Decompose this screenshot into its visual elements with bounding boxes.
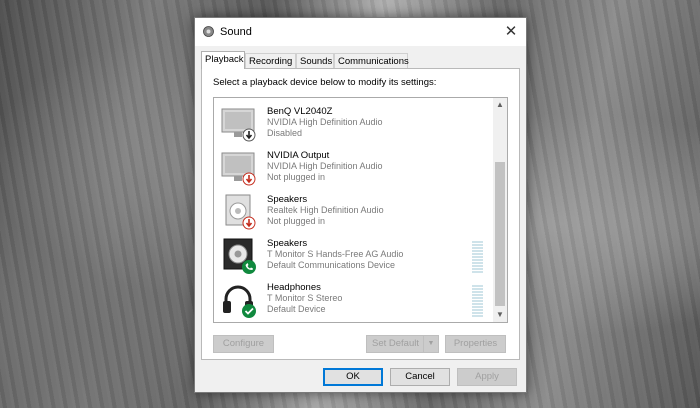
chevron-down-icon[interactable]: ▼ bbox=[423, 336, 438, 352]
device-name: Speakers bbox=[267, 238, 308, 249]
apply-button[interactable]: Apply bbox=[457, 368, 517, 386]
title-bar[interactable]: Sound ✕ bbox=[195, 18, 526, 46]
device-name: NVIDIA Output bbox=[267, 150, 330, 161]
vertical-scrollbar[interactable]: ▲ ▼ bbox=[493, 98, 507, 322]
scroll-down-button[interactable]: ▼ bbox=[493, 308, 507, 322]
scroll-thumb[interactable] bbox=[495, 162, 505, 306]
device-driver: NVIDIA High Definition Audio bbox=[267, 161, 383, 171]
device-name: Speakers bbox=[267, 194, 308, 205]
device-status: Default Communications Device bbox=[267, 260, 396, 270]
cancel-button[interactable]: Cancel bbox=[390, 368, 450, 386]
tab-sounds[interactable]: Sounds bbox=[296, 53, 334, 68]
device-driver: T Monitor S Hands-Free AG Audio bbox=[267, 249, 404, 259]
device-name: BenQ VL2040Z bbox=[267, 106, 333, 117]
device-name: Headphones bbox=[267, 282, 321, 293]
tab-communications[interactable]: Communications bbox=[334, 53, 409, 68]
monitor-icon bbox=[221, 108, 256, 142]
close-button[interactable]: ✕ bbox=[496, 18, 526, 46]
device-status: Not plugged in bbox=[267, 172, 326, 182]
window-title: Sound bbox=[220, 26, 252, 38]
headphones-icon bbox=[223, 285, 256, 318]
tab-strip: Playback Recording Sounds Communications bbox=[201, 51, 521, 69]
volume-meter bbox=[472, 285, 483, 317]
device-status: Disabled bbox=[267, 128, 303, 138]
properties-button[interactable]: Properties bbox=[445, 335, 506, 353]
set-default-label: Set Default bbox=[372, 338, 419, 349]
speaker-icon bbox=[225, 194, 256, 230]
tab-playback[interactable]: Playback bbox=[201, 51, 245, 69]
monitor-icon bbox=[221, 152, 256, 186]
speaker-icon bbox=[223, 238, 256, 274]
sound-dialog: Sound ✕ Playback Recording Sounds Commun… bbox=[194, 17, 527, 393]
device-driver: Realtek High Definition Audio bbox=[267, 205, 384, 215]
configure-button[interactable]: Configure bbox=[213, 335, 274, 353]
tab-recording[interactable]: Recording bbox=[245, 53, 296, 68]
set-default-button[interactable]: Set Default ▼ bbox=[366, 335, 439, 353]
scroll-up-button[interactable]: ▲ bbox=[493, 98, 507, 112]
device-list[interactable]: BenQ VL2040Z NVIDIA High Definition Audi… bbox=[213, 97, 508, 323]
instruction-text: Select a playback device below to modify… bbox=[213, 77, 437, 88]
device-status: Not plugged in bbox=[267, 216, 326, 226]
device-driver: T Monitor S Stereo bbox=[267, 293, 343, 303]
playback-panel: Select a playback device below to modify… bbox=[201, 68, 520, 360]
volume-meter bbox=[472, 241, 483, 273]
device-status: Default Device bbox=[267, 304, 326, 314]
device-item[interactable]: NVIDIA Output NVIDIA High Definition Aud… bbox=[214, 147, 494, 191]
device-driver: NVIDIA High Definition Audio bbox=[267, 117, 383, 127]
device-item[interactable]: BenQ VL2040Z NVIDIA High Definition Audi… bbox=[214, 103, 494, 147]
device-item[interactable]: Headphones T Monitor S Stereo Default De… bbox=[214, 279, 494, 322]
device-item[interactable]: Speakers T Monitor S Hands-Free AG Audio… bbox=[214, 235, 494, 279]
device-item[interactable]: Speakers Realtek High Definition Audio N… bbox=[214, 191, 494, 235]
speaker-icon bbox=[203, 26, 214, 37]
ok-button[interactable]: OK bbox=[323, 368, 383, 386]
